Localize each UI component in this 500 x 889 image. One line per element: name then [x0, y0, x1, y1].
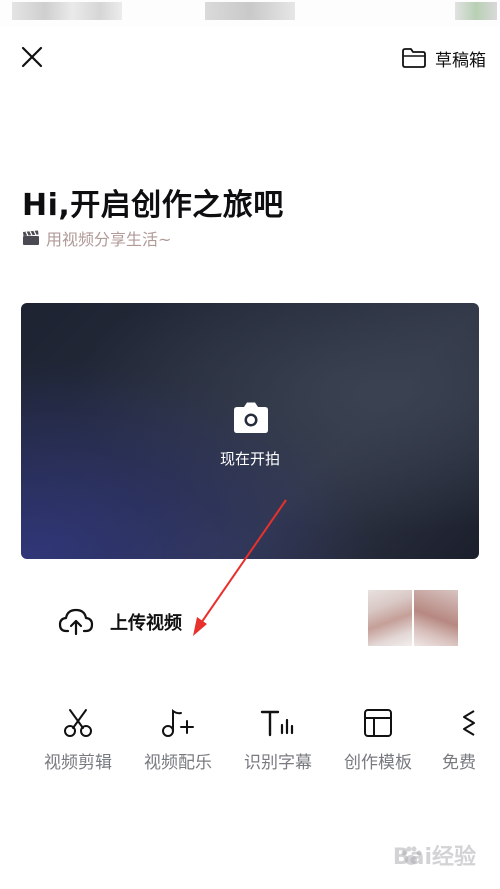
- page-subtitle: 用视频分享生活~: [22, 226, 171, 250]
- close-button[interactable]: [14, 40, 50, 76]
- page-title: Hi,开启创作之旅吧: [22, 188, 284, 223]
- tool-label: 免费: [442, 753, 476, 773]
- folder-icon: [402, 48, 426, 68]
- upload-video-label: 上传视频: [110, 613, 182, 634]
- tool-label: 创作模板: [344, 753, 412, 773]
- camera-label: 现在开拍: [219, 450, 280, 468]
- drafts-label: 草稿箱: [435, 50, 486, 71]
- status-bar-blurred-content: [205, 2, 295, 20]
- tool-label: 识别字幕: [244, 753, 312, 773]
- free-icon: [463, 710, 475, 736]
- tool-label: 视频配乐: [144, 753, 212, 773]
- music-note-add-icon: [162, 709, 194, 737]
- camera-card[interactable]: 现在开拍: [21, 303, 479, 559]
- recent-photo-thumbnail[interactable]: [414, 590, 458, 646]
- clapperboard-icon: [23, 230, 39, 245]
- tool-video-edit[interactable]: 视频剪辑: [33, 708, 123, 773]
- text-audio-icon: [260, 710, 294, 737]
- tool-subtitle-recognition[interactable]: 识别字幕: [233, 708, 323, 773]
- status-bar-blurred-content: [455, 2, 497, 20]
- tools-row: 视频剪辑 视频配乐 识别字幕 创作模板 免费: [0, 686, 500, 796]
- status-bar: [0, 0, 500, 26]
- tool-video-music[interactable]: 视频配乐: [133, 708, 223, 773]
- close-icon: [21, 46, 43, 68]
- upload-row: 上传视频: [22, 580, 480, 664]
- upload-video-button[interactable]: 上传视频: [58, 602, 182, 642]
- cloud-upload-icon: [58, 608, 94, 636]
- status-bar-blurred-content: [12, 2, 122, 20]
- tool-creation-template[interactable]: 创作模板: [333, 708, 423, 773]
- template-layout-icon: [364, 709, 392, 737]
- scissors-icon: [64, 709, 92, 737]
- drafts-button[interactable]: 草稿箱: [401, 40, 486, 76]
- tool-label: 视频剪辑: [44, 753, 112, 773]
- subtitle-text: 用视频分享生活~: [46, 230, 172, 249]
- camera-icon: [234, 402, 268, 433]
- tool-free[interactable]: 免费: [430, 708, 500, 773]
- recent-video-thumbnail[interactable]: [368, 590, 412, 646]
- watermark: Bai经验: [392, 845, 476, 870]
